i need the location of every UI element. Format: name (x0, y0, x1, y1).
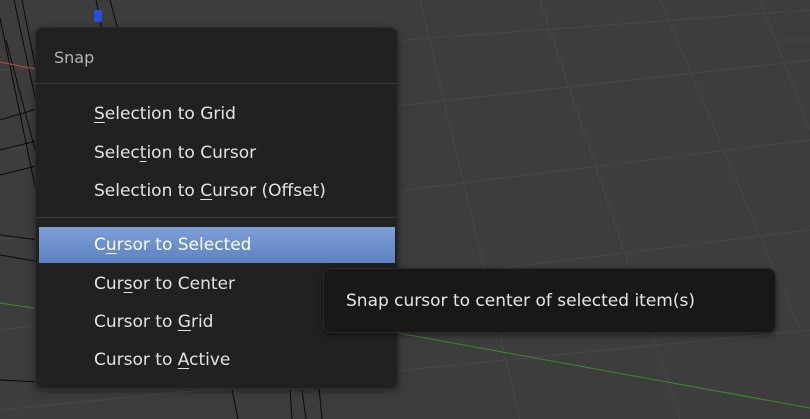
menu-divider (36, 217, 397, 218)
menu-item-cursor-to-selected[interactable]: Cursor to Selected (39, 227, 395, 263)
label-accelerator: A (177, 350, 190, 370)
menu-item-cursor-to-active[interactable]: Cursor to Active (39, 342, 395, 378)
label-post: rsor to Selected (116, 235, 252, 255)
label-accelerator: S (94, 104, 105, 124)
label-post: ctive (189, 350, 231, 370)
menu-title: Snap (54, 48, 95, 67)
snap-menu: Snap Selection to Grid Selection to Curs… (35, 27, 398, 389)
tooltip-text: Snap cursor to center of selected item(s… (346, 291, 695, 311)
label-accelerator: u (105, 235, 117, 255)
label-accelerator: s (123, 274, 133, 294)
menu-item-selection-to-grid[interactable]: Selection to Grid (39, 96, 395, 132)
label-pre: Cursor to (94, 350, 178, 370)
label-pre: C (94, 235, 106, 255)
menu-title-divider (36, 83, 397, 84)
tooltip: Snap cursor to center of selected item(s… (323, 268, 776, 333)
menu-item-selection-to-cursor-offset[interactable]: Selection to Cursor (Offset) (39, 173, 395, 209)
label-post: ursor (Offset) (212, 181, 326, 201)
menu-item-selection-to-cursor[interactable]: Selection to Cursor (39, 135, 395, 171)
y-axis-line (0, 302, 41, 310)
label-post: election to Grid (104, 104, 236, 124)
label-pre: Selec (94, 143, 140, 163)
label-pre: Cursor to (94, 312, 178, 332)
label-post: ion to Cursor (146, 143, 257, 163)
z-axis-gizmo (94, 10, 102, 22)
label-pre: Selection to (94, 181, 201, 201)
label-accelerator: C (200, 181, 213, 201)
y-axis-line-right (397, 332, 810, 409)
label-post: or to Center (132, 274, 235, 294)
label-post: rid (190, 312, 214, 332)
label-pre: Cur (94, 274, 124, 294)
label-accelerator: G (177, 312, 191, 332)
